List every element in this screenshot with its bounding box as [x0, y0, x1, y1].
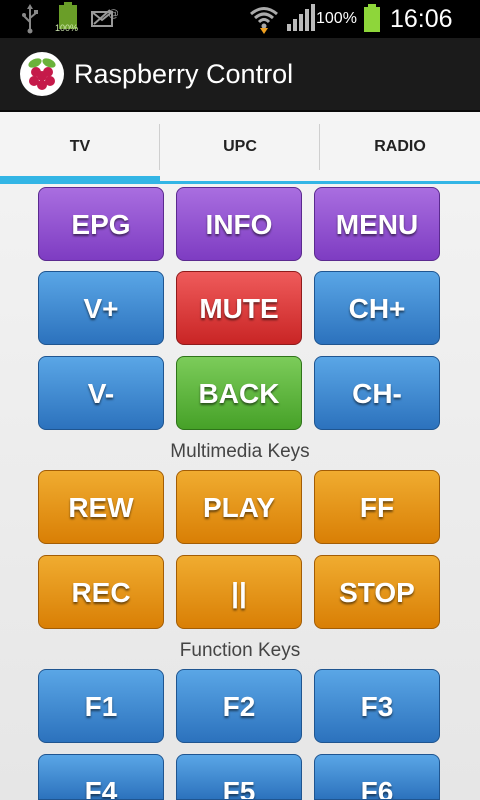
battery-icon [362, 0, 382, 38]
f5-button[interactable]: F5 [176, 754, 302, 800]
play-button[interactable]: PLAY [176, 470, 302, 544]
tab-tv[interactable]: TV [0, 112, 160, 184]
clock: 16:06 [390, 5, 453, 33]
app-title: Raspberry Control [74, 59, 294, 89]
tab-radio[interactable]: RADIO [320, 112, 480, 181]
wifi-icon [248, 0, 280, 38]
multimedia-keys-label: Multimedia Keys [170, 441, 310, 462]
signal-strength-icon [284, 0, 316, 38]
mute-button[interactable]: MUTE [176, 271, 302, 345]
f1-button[interactable]: F1 [38, 669, 164, 743]
action-bar: Raspberry Control [0, 38, 480, 112]
f3-button[interactable]: F3 [314, 669, 440, 743]
channel-up-button[interactable]: CH+ [314, 271, 440, 345]
info-button[interactable]: INFO [176, 187, 302, 261]
battery-percent: 100% [316, 10, 357, 27]
remote-keypad[interactable]: EPG INFO MENU V+ MUTE CH+ V- BACK CH- Mu… [0, 184, 480, 800]
tab-bar: TV UPC RADIO [0, 112, 480, 184]
raspberry-logo-icon [20, 52, 64, 96]
screen: 100% @ 100% 16:06 Raspberry Control TV U… [0, 0, 480, 800]
pause-button[interactable]: || [176, 555, 302, 629]
fast-forward-button[interactable]: FF [314, 470, 440, 544]
function-keys-label: Function Keys [179, 640, 301, 661]
rewind-button[interactable]: REW [38, 470, 164, 544]
volume-up-button[interactable]: V+ [38, 271, 164, 345]
record-button[interactable]: REC [38, 555, 164, 629]
stop-button[interactable]: STOP [314, 555, 440, 629]
volume-down-button[interactable]: V- [38, 356, 164, 430]
f2-button[interactable]: F2 [176, 669, 302, 743]
status-bar: 100% @ 100% 16:06 [0, 0, 480, 38]
f6-button[interactable]: F6 [314, 754, 440, 800]
menu-button[interactable]: MENU [314, 187, 440, 261]
epg-button[interactable]: EPG [38, 187, 164, 261]
svg-text:@: @ [108, 7, 118, 20]
channel-down-button[interactable]: CH- [314, 356, 440, 430]
tab-upc[interactable]: UPC [160, 112, 320, 181]
usb-icon [18, 0, 42, 38]
f4-button[interactable]: F4 [38, 754, 164, 800]
back-button[interactable]: BACK [176, 356, 302, 430]
message-failed-icon: @ [90, 0, 119, 38]
